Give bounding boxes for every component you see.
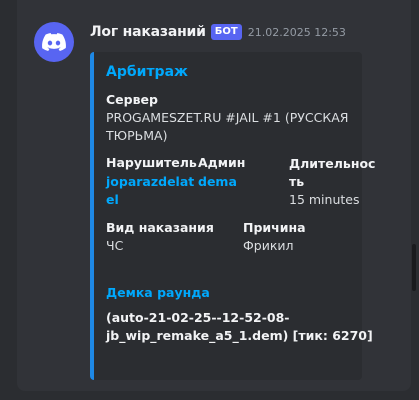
- field-demo-value: (auto-21-02-25--12-52-08- jb_wip_remake_…: [106, 309, 373, 345]
- avatar[interactable]: [34, 22, 74, 62]
- field-demo-value-line1: (auto-21-02-25--12-52-08-: [106, 310, 290, 325]
- field-punishment-label: Вид наказания: [106, 220, 214, 235]
- timestamp[interactable]: 21.02.2025 12:53: [248, 26, 346, 39]
- field-demo-label[interactable]: Демка раунда: [106, 285, 210, 300]
- field-offender-value-line2: el: [106, 192, 119, 207]
- discord-logo-icon: [42, 33, 66, 51]
- field-admin-label: Админ: [198, 155, 246, 170]
- message-header: Лог наказаний БОТ 21.02.2025 12:53: [90, 22, 346, 42]
- author-name[interactable]: Лог наказаний: [90, 24, 206, 40]
- field-reason-label: Причина: [243, 220, 306, 235]
- field-server-value: PROGAMESZET.RU #JAIL #1 (РУССКАЯ ТЮРЬМА): [106, 109, 348, 145]
- field-admin-value[interactable]: dema: [198, 173, 237, 191]
- field-duration-label-line1: Длительнос: [289, 156, 376, 171]
- scrollbar-thumb[interactable]: [412, 244, 416, 291]
- embed-title: Арбитраж: [106, 64, 188, 80]
- field-offender-label: Нарушитель: [106, 155, 197, 170]
- field-server-value-line1: PROGAMESZET.RU #JAIL #1 (РУССКАЯ: [106, 110, 349, 125]
- field-demo-value-line2: jb_wip_remake_a5_1.dem) [тик: 6270]: [106, 328, 373, 343]
- field-server-value-line2: ТЮРЬМА): [106, 128, 168, 143]
- field-duration-label: Длительнос ть: [289, 155, 375, 191]
- field-reason-value: Фрикил: [243, 238, 294, 253]
- field-offender-value-line1: joparazdelat: [106, 174, 195, 189]
- embed-card: Арбитраж Сервер PROGAMESZET.RU #JAIL #1 …: [90, 52, 375, 380]
- field-duration-label-line2: ть: [289, 174, 305, 189]
- field-offender-value[interactable]: joparazdelat el: [106, 173, 194, 209]
- field-punishment-value: ЧС: [106, 238, 124, 253]
- field-server-label: Сервер: [106, 92, 158, 107]
- field-duration-value: 15 minutes: [289, 192, 360, 207]
- bot-badge: БОТ: [210, 24, 242, 40]
